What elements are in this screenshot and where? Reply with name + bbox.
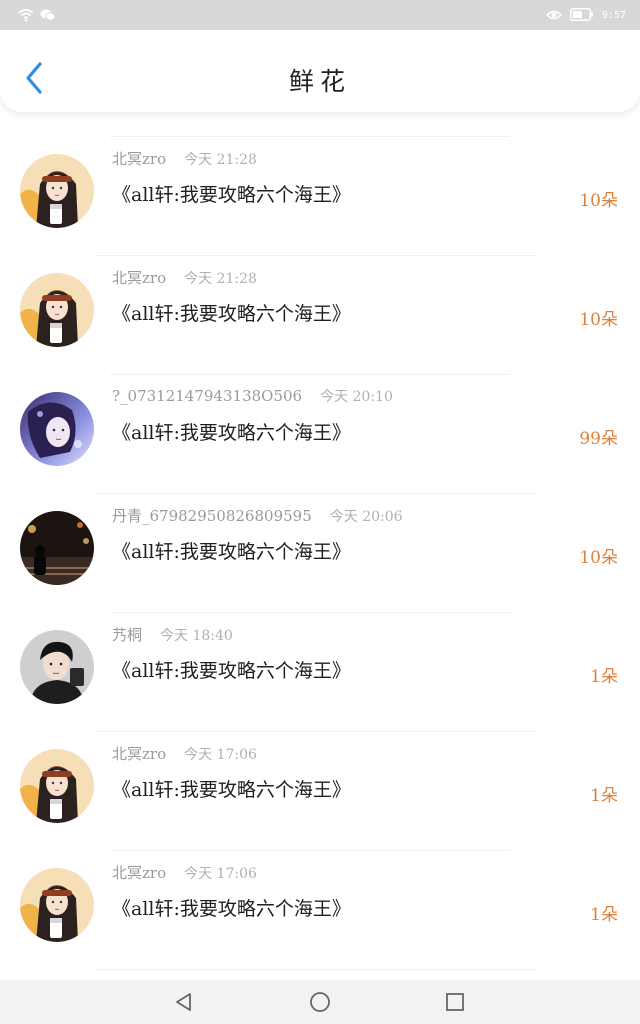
user-avatar[interactable] — [20, 392, 94, 466]
row-divider — [110, 374, 510, 375]
user-avatar[interactable] — [20, 749, 94, 823]
row-divider — [110, 612, 510, 613]
row-divider — [96, 255, 536, 256]
user-name[interactable]: 艿桐 — [112, 624, 142, 645]
page-header: 鲜花 — [0, 30, 640, 112]
user-name[interactable]: 北冥zro — [112, 148, 166, 169]
triangle-back-icon — [176, 993, 191, 1011]
book-title[interactable]: 《all轩:我要攻略六个海王》 — [112, 656, 351, 683]
flower-count: 1朵 — [590, 667, 618, 687]
gift-list-item[interactable]: 北冥zro 今天 21:28 《all轩:我要攻略六个海王》 10朵 — [0, 257, 640, 376]
timestamp: 今天 20:06 — [329, 509, 403, 525]
book-title[interactable]: 《all轩:我要攻略六个海王》 — [112, 537, 351, 564]
item-meta: 北冥zro 今天 17:06 — [112, 862, 257, 883]
battery-icon — [569, 6, 594, 25]
gift-list-item[interactable]: 丹青_67982950826809595 今天 20:06 《all轩:我要攻略六个… — [0, 495, 640, 614]
gift-list-item[interactable]: 北冥zro 今天 21:28 《all轩:我要攻略六个海王》 10朵 — [0, 138, 640, 257]
row-divider — [110, 136, 510, 137]
timestamp: 今天 21:28 — [184, 271, 257, 287]
gift-list-item[interactable]: 北冥zro 今天 17:06 《all轩:我要攻略六个海王》 1朵 — [0, 733, 640, 852]
status-right: 9:57 — [545, 6, 626, 25]
nav-home-button[interactable] — [308, 990, 332, 1014]
book-title[interactable]: 《all轩:我要攻略六个海王》 — [112, 775, 351, 802]
item-meta: 丹青_67982950826809595 今天 20:06 — [112, 505, 403, 526]
book-title[interactable]: 《all轩:我要攻略六个海王》 — [112, 894, 351, 921]
circle-home-icon — [310, 992, 330, 1012]
gift-list-item[interactable]: 艿桐 今天 18:40 《all轩:我要攻略六个海王》 1朵 — [0, 614, 640, 733]
status-left — [18, 7, 56, 26]
flower-count: 99朵 — [579, 429, 618, 449]
flower-count: 1朵 — [590, 905, 618, 925]
wechat-icon — [40, 7, 56, 26]
book-title[interactable]: 《all轩:我要攻略六个海王》 — [112, 299, 351, 326]
gift-list-item[interactable]: ?_07312147943138O506 今天 20:10 《all轩:我要攻略六个… — [0, 376, 640, 495]
user-avatar[interactable] — [20, 511, 94, 585]
status-time: 9:57 — [601, 10, 626, 21]
timestamp: 今天 20:10 — [320, 389, 393, 405]
row-divider — [110, 850, 510, 851]
timestamp: 今天 21:28 — [184, 152, 257, 168]
row-divider — [96, 969, 536, 970]
user-name[interactable]: 丹青_67982950826809595 — [112, 505, 312, 526]
book-title[interactable]: 《all轩:我要攻略六个海王》 — [112, 418, 351, 445]
flower-count: 10朵 — [579, 191, 618, 211]
nav-back-button[interactable] — [172, 990, 196, 1014]
row-divider — [96, 493, 536, 494]
row-divider — [96, 731, 536, 732]
flower-count: 10朵 — [579, 548, 618, 568]
timestamp: 今天 17:06 — [184, 747, 257, 763]
wifi-icon — [18, 7, 34, 26]
user-name[interactable]: 北冥zro — [112, 862, 166, 883]
user-name[interactable]: ?_07312147943138O506 — [112, 387, 302, 405]
gift-list-item[interactable]: 北冥zro 今天 17:06 《all轩:我要攻略六个海王》 1朵 — [0, 852, 640, 971]
square-recents-icon — [446, 993, 464, 1011]
item-meta: 北冥zro 今天 17:06 — [112, 743, 257, 764]
user-name[interactable]: 北冥zro — [112, 267, 166, 288]
system-nav-bar — [0, 980, 640, 1024]
user-avatar[interactable] — [20, 868, 94, 942]
item-meta: 北冥zro 今天 21:28 — [112, 267, 257, 288]
flower-count: 1朵 — [590, 786, 618, 806]
user-avatar[interactable] — [20, 630, 94, 704]
item-meta: ?_07312147943138O506 今天 20:10 — [112, 386, 393, 406]
user-name[interactable]: 北冥zro — [112, 743, 166, 764]
book-title[interactable]: 《all轩:我要攻略六个海王》 — [112, 180, 351, 207]
user-avatar[interactable] — [20, 154, 94, 228]
timestamp: 今天 18:40 — [160, 628, 233, 644]
item-meta: 北冥zro 今天 21:28 — [112, 148, 257, 169]
page-title: 鲜花 — [288, 67, 351, 96]
eye-icon — [545, 6, 562, 25]
user-avatar[interactable] — [20, 273, 94, 347]
status-bar: 9:57 — [0, 0, 640, 30]
item-meta: 艿桐 今天 18:40 — [112, 624, 233, 645]
nav-recents-button[interactable] — [443, 990, 467, 1014]
flower-count: 10朵 — [579, 310, 618, 330]
timestamp: 今天 17:06 — [184, 866, 257, 882]
